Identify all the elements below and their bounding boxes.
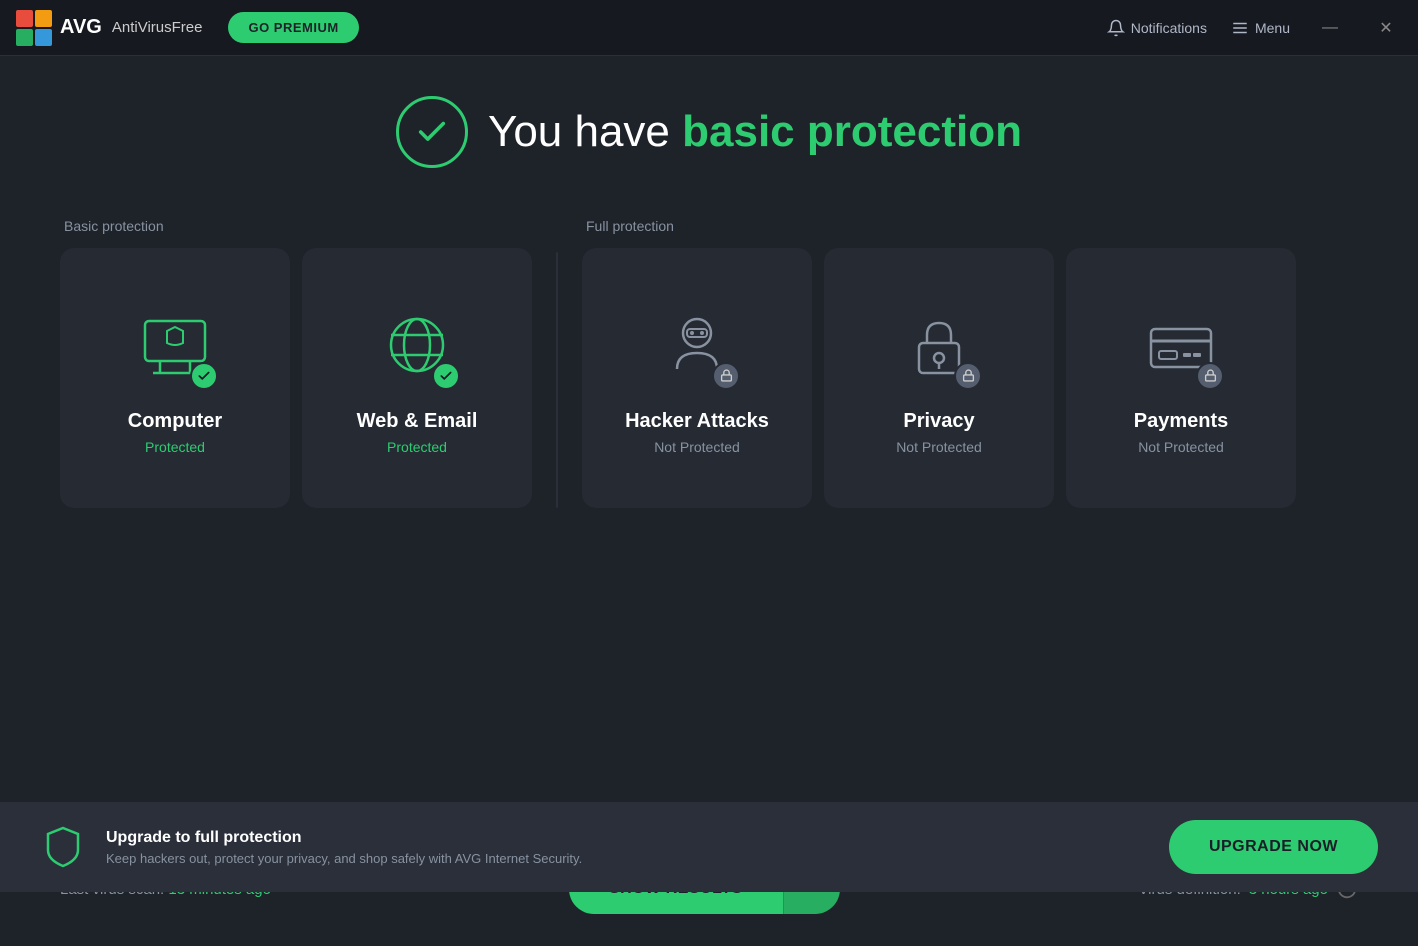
payments-card[interactable]: Payments Not Protected [1066, 248, 1296, 508]
shield-icon [40, 824, 86, 870]
title-bar-actions: Notifications Menu — ✕ [1107, 12, 1402, 44]
hacker-attacks-card[interactable]: Hacker Attacks Not Protected [582, 248, 812, 508]
checkmark-icon [415, 115, 449, 149]
menu-button[interactable]: Menu [1231, 19, 1290, 37]
basic-cards-row: Computer Protected [60, 248, 532, 508]
app-logo: AVG AntiVirusFree GO PREMIUM [16, 10, 359, 46]
web-email-card-title: Web & Email [357, 410, 478, 433]
computer-check-badge [190, 362, 218, 390]
upgrade-now-button[interactable]: UPGRADE NOW [1169, 820, 1378, 874]
hacker-attacks-card-icon [652, 302, 742, 392]
app-name: AntiVirusFree [112, 19, 203, 36]
full-cards-row: Hacker Attacks Not Protected [582, 248, 1296, 508]
privacy-lock-badge [954, 362, 982, 390]
privacy-card-status: Not Protected [896, 439, 982, 455]
bell-icon [1107, 19, 1125, 37]
minimize-button[interactable]: — [1314, 12, 1346, 44]
avg-logo-icon [16, 10, 52, 46]
payments-lock-badge [1196, 362, 1224, 390]
close-button[interactable]: ✕ [1370, 12, 1402, 44]
upgrade-banner: Upgrade to full protection Keep hackers … [0, 802, 1418, 892]
section-divider [556, 252, 558, 508]
hacker-attacks-card-status: Not Protected [654, 439, 740, 455]
computer-card[interactable]: Computer Protected [60, 248, 290, 508]
title-bar: AVG AntiVirusFree GO PREMIUM Notificatio… [0, 0, 1418, 56]
computer-card-title: Computer [128, 410, 222, 433]
computer-card-status: Protected [145, 439, 205, 455]
privacy-card[interactable]: Privacy Not Protected [824, 248, 1054, 508]
protection-cards-section: Basic protection [60, 218, 1358, 508]
privacy-card-icon [894, 302, 984, 392]
web-email-check-badge [432, 362, 460, 390]
payments-card-title: Payments [1134, 410, 1229, 433]
avg-brand: AVG [60, 16, 102, 39]
basic-protection-label: Basic protection [60, 218, 532, 234]
basic-protection-group: Basic protection [60, 218, 532, 508]
notifications-button[interactable]: Notifications [1107, 19, 1207, 37]
payments-card-icon [1136, 302, 1226, 392]
banner-text-content: Upgrade to full protection Keep hackers … [106, 829, 1149, 866]
hero-section: You have basic protection [60, 96, 1358, 168]
banner-title: Upgrade to full protection [106, 829, 1149, 847]
full-protection-label: Full protection [582, 218, 1296, 234]
web-email-card-status: Protected [387, 439, 447, 455]
hacker-lock-badge [712, 362, 740, 390]
full-protection-group: Full protection [582, 218, 1296, 508]
web-email-card-icon [372, 302, 462, 392]
payments-card-status: Not Protected [1138, 439, 1224, 455]
menu-icon [1231, 19, 1249, 37]
web-email-card[interactable]: Web & Email Protected [302, 248, 532, 508]
hacker-attacks-card-title: Hacker Attacks [625, 410, 769, 433]
banner-subtitle: Keep hackers out, protect your privacy, … [106, 851, 1149, 866]
privacy-card-title: Privacy [903, 410, 974, 433]
go-premium-button[interactable]: GO PREMIUM [228, 12, 358, 43]
protection-status-icon [396, 96, 468, 168]
main-content: You have basic protection Basic protecti… [0, 56, 1418, 802]
hero-title: You have basic protection [488, 107, 1022, 157]
computer-card-icon [130, 302, 220, 392]
